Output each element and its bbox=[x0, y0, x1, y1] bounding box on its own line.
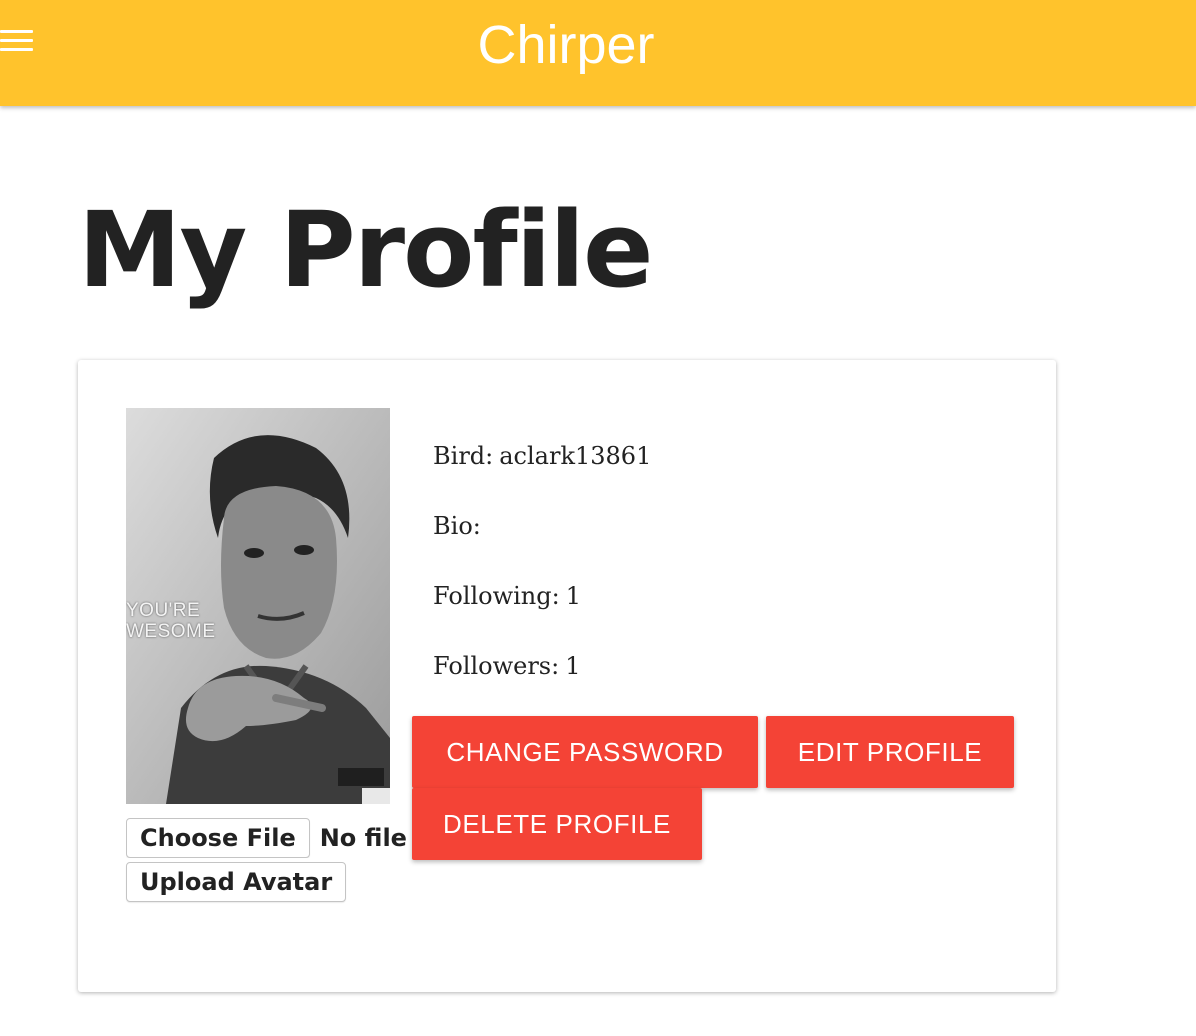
followers-line: Followers: 1 bbox=[433, 648, 651, 718]
app-bar: Chirper bbox=[0, 0, 1196, 106]
avatar-caption-line: YOU'RE bbox=[126, 600, 201, 621]
followers-count: 1 bbox=[565, 652, 581, 680]
followers-label: Followers: bbox=[433, 652, 560, 680]
following-line: Following: 1 bbox=[433, 578, 651, 648]
profile-info: Bird: aclark13861 Bio: Following: 1 Follow… bbox=[433, 438, 651, 718]
following-label: Following: bbox=[433, 582, 560, 610]
bird-value: aclark13861 bbox=[499, 442, 652, 470]
following-count: 1 bbox=[565, 582, 581, 610]
bio-label: Bio: bbox=[433, 512, 481, 540]
bird-label: Bird: bbox=[433, 442, 494, 470]
change-password-button[interactable]: CHANGE PASSWORD bbox=[412, 716, 758, 788]
app-title[interactable]: Chirper bbox=[0, 12, 1132, 78]
delete-profile-button[interactable]: DELETE PROFILE bbox=[412, 788, 702, 860]
avatar-caption-line: WESOME bbox=[126, 621, 216, 642]
avatar-caption: YOU'RE WESOME bbox=[126, 600, 266, 642]
upload-avatar-button[interactable]: Upload Avatar bbox=[126, 862, 347, 902]
page-title: My Profile bbox=[78, 189, 654, 311]
avatar: YOU'RE WESOME bbox=[126, 408, 390, 804]
file-input: Choose File No file chosen bbox=[126, 818, 456, 858]
bio-line: Bio: bbox=[433, 508, 651, 578]
edit-profile-button[interactable]: EDIT PROFILE bbox=[766, 716, 1014, 788]
bird-line: Bird: aclark13861 bbox=[433, 438, 651, 508]
profile-card: YOU'RE WESOME Choose File No file chosen… bbox=[78, 360, 1056, 992]
choose-file-button[interactable]: Choose File bbox=[126, 818, 310, 858]
